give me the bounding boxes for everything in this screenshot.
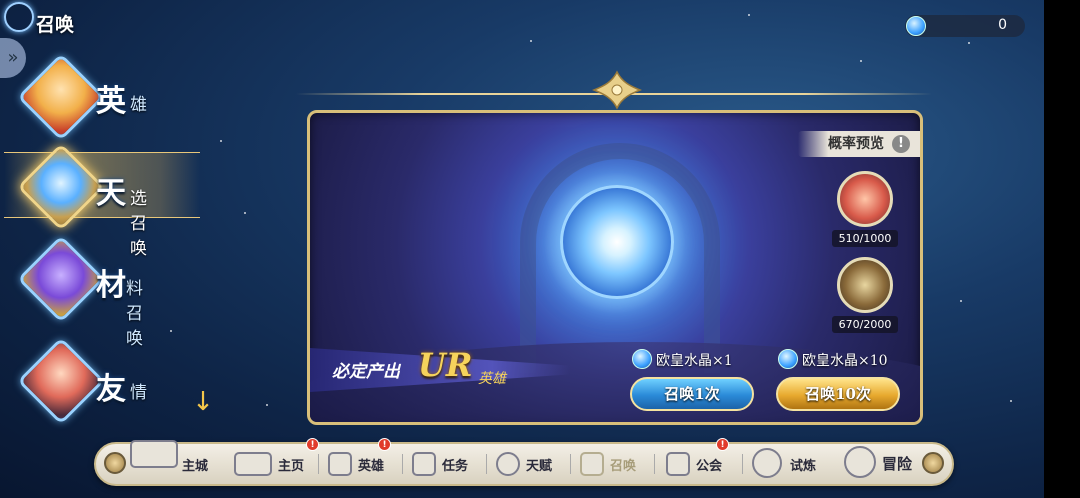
banner-prefix: 必定产出 bbox=[332, 362, 400, 382]
helmet-icon bbox=[328, 452, 352, 476]
nav-separator bbox=[486, 454, 487, 474]
friends-portrait-icon bbox=[17, 337, 105, 425]
summon-once-button[interactable]: 召唤1次 bbox=[630, 377, 754, 411]
summon-orb bbox=[560, 185, 674, 299]
menu-item-friendship-small: 情 bbox=[130, 383, 147, 403]
reward-progress-1: 510/1000 bbox=[832, 230, 898, 247]
nav-item-talent[interactable]: 天赋 bbox=[496, 444, 566, 484]
menu-item-material-small: 料召唤 bbox=[126, 279, 143, 349]
nav-right-ornament-icon bbox=[922, 452, 944, 474]
nav-item-adventure[interactable]: 冒险 bbox=[844, 444, 924, 484]
nav-separator bbox=[318, 454, 319, 474]
golden-chest-icon[interactable] bbox=[837, 257, 893, 313]
nav-item-trial[interactable]: 试炼 bbox=[752, 444, 832, 484]
home-gate-icon bbox=[234, 452, 272, 476]
nav-item-main-city[interactable]: 主城 bbox=[130, 440, 216, 484]
hero-portrait-icon bbox=[17, 53, 105, 141]
currency-value: 0 bbox=[998, 17, 1007, 33]
nav-label-adventure: 冒险 bbox=[882, 455, 913, 473]
blue-gem-icon bbox=[632, 349, 652, 369]
menu-item-hero-small: 雄 bbox=[130, 95, 147, 115]
notification-badge: ! bbox=[306, 438, 319, 451]
blue-gem-icon bbox=[906, 16, 926, 36]
nav-label-trial: 试炼 bbox=[790, 459, 817, 474]
probability-preview-label: 概率预览 bbox=[828, 136, 884, 152]
notification-badge: ! bbox=[716, 438, 729, 451]
menu-item-friendship-big: 友 bbox=[96, 372, 126, 407]
nav-separator bbox=[654, 454, 655, 474]
nav-separator bbox=[402, 454, 403, 474]
nav-separator bbox=[570, 454, 571, 474]
banner-suffix: 英雄 bbox=[478, 371, 506, 387]
nav-label-guild: 公会 bbox=[696, 459, 723, 474]
nav-left-ornament-icon bbox=[104, 452, 126, 474]
summon-circle-icon bbox=[580, 452, 604, 476]
screen-edge bbox=[1044, 0, 1080, 498]
nav-label-main-city: 主城 bbox=[182, 459, 209, 474]
single-summon-cost-text: 欧皇水晶×1 bbox=[656, 353, 733, 369]
expand-sidebar-button[interactable]: » bbox=[0, 38, 26, 78]
talent-star-icon bbox=[496, 452, 520, 476]
nav-label-home: 主页 bbox=[278, 459, 305, 474]
page-title: 召唤 bbox=[36, 14, 75, 36]
summon-logo-icon bbox=[4, 2, 34, 32]
bottom-nav-bar: 主城 主页 ! 英雄 ! 任务 天赋 召唤 公会 ! 试炼 冒险 bbox=[94, 438, 954, 486]
ten-summon-cost-text: 欧皇水晶×10 bbox=[802, 353, 888, 369]
nav-item-home[interactable]: 主页 ! bbox=[234, 438, 319, 484]
castle-icon bbox=[130, 440, 178, 468]
nav-label-hero: 英雄 bbox=[358, 459, 385, 474]
nav-item-summon[interactable]: 召唤 bbox=[580, 444, 650, 484]
treasure-chest-icon[interactable] bbox=[837, 171, 893, 227]
menu-item-material-big: 材 bbox=[96, 268, 126, 303]
gold-fleur-ornament-icon bbox=[591, 70, 643, 110]
nav-item-guild[interactable]: 公会 ! bbox=[666, 438, 742, 484]
notification-badge: ! bbox=[378, 438, 391, 451]
blue-gem-icon bbox=[778, 349, 798, 369]
summon-ten-button[interactable]: 召唤10次 bbox=[776, 377, 900, 411]
nav-label-summon: 召唤 bbox=[610, 459, 637, 474]
quest-scroll-icon bbox=[412, 452, 436, 476]
menu-item-chosen-big: 天 bbox=[96, 176, 126, 211]
menu-item-chosen-small: 选召唤 bbox=[130, 189, 147, 259]
nav-label-talent: 天赋 bbox=[526, 459, 553, 474]
nav-item-tasks[interactable]: 任务 bbox=[412, 444, 482, 484]
nav-separator bbox=[742, 454, 743, 474]
info-icon: ! bbox=[892, 135, 910, 153]
guild-shield-icon bbox=[666, 452, 690, 476]
probability-preview-button[interactable]: 概率预览 ! bbox=[798, 131, 920, 157]
reward-progress-2: 670/2000 bbox=[832, 316, 898, 333]
summon-panel: 必定产出 UR 英雄 概率预览 ! 510/1000 670/2000 欧皇水晶… bbox=[307, 110, 923, 425]
banner-rarity: UR bbox=[418, 346, 473, 384]
trial-crest-icon bbox=[752, 448, 782, 478]
currency-display: 0 bbox=[905, 15, 1025, 37]
adventure-compass-icon bbox=[844, 446, 876, 478]
nav-label-tasks: 任务 bbox=[442, 459, 469, 474]
menu-item-hero-big: 英 bbox=[96, 84, 126, 119]
crystal-cluster-icon bbox=[17, 235, 105, 323]
scroll-down-arrow-icon[interactable]: ↓ bbox=[190, 388, 216, 416]
nav-item-hero[interactable]: 英雄 ! bbox=[328, 438, 398, 484]
